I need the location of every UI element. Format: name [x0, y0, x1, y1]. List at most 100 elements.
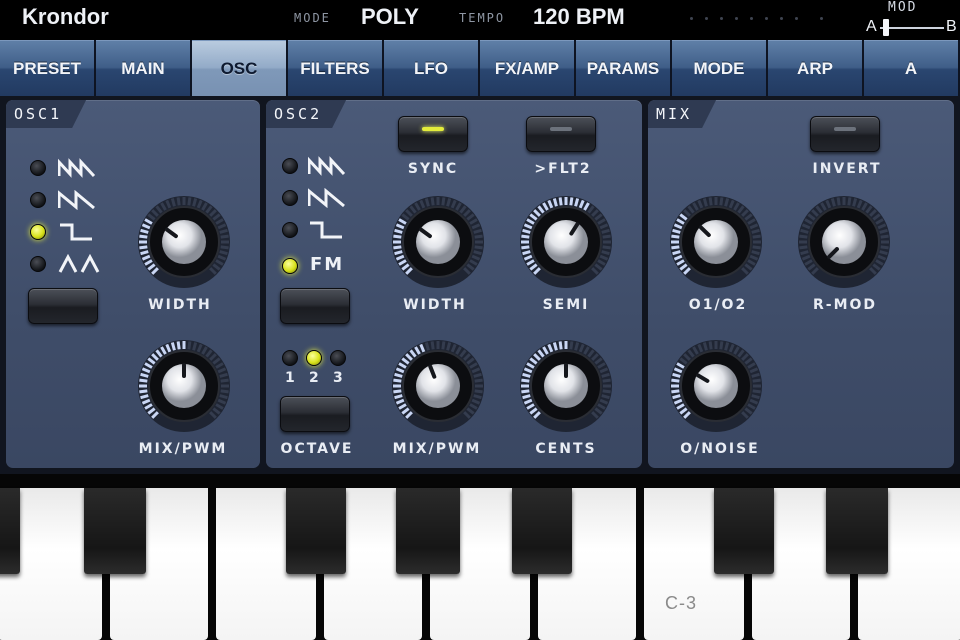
activity-dots — [690, 17, 830, 21]
mod-slider-track[interactable] — [880, 27, 944, 29]
flt2-button[interactable] — [526, 116, 596, 152]
black-key[interactable] — [826, 488, 888, 574]
osc2-mixpwm-knob[interactable] — [390, 338, 486, 434]
tab-fx-amp[interactable]: FX/AMP — [480, 40, 574, 96]
onoise-label: O/NOISE — [680, 441, 760, 457]
saw-wave-icon — [58, 158, 96, 178]
osc2-wave-select-button[interactable] — [280, 288, 350, 324]
activity-dot — [750, 17, 753, 20]
tab-a[interactable]: A — [864, 40, 958, 96]
osc2-semi-knob[interactable] — [518, 194, 614, 290]
black-key[interactable] — [286, 488, 346, 574]
octave-led-1[interactable] — [282, 350, 298, 366]
black-key[interactable] — [714, 488, 774, 574]
osc2-width-label: WIDTH — [403, 297, 467, 313]
osc2-wave-led-square[interactable] — [282, 222, 298, 238]
octave-button[interactable] — [280, 396, 350, 432]
osc1-title: OSC1 — [6, 100, 86, 128]
tempo-label: TEMPO — [459, 11, 506, 25]
mix-title: MIX — [648, 100, 716, 128]
tab-bar: PRESET MAIN OSC FILTERS LFO FX/AMP PARAM… — [0, 40, 960, 96]
sawtooth-wave-icon — [308, 188, 345, 208]
o1o2-label: O1/O2 — [688, 297, 748, 313]
invert-label: INVERT — [812, 161, 882, 177]
tab-preset[interactable]: PRESET — [0, 40, 94, 96]
osc2-cents-label: CENTS — [535, 441, 597, 457]
o1o2-knob[interactable] — [668, 194, 764, 290]
sync-label: SYNC — [407, 161, 459, 177]
osc-page: OSC1 WIDTH MIX/PWM OSC2 FM SYNC >FLT2 WI… — [0, 96, 960, 474]
tab-osc[interactable]: OSC — [192, 40, 286, 96]
tab-params[interactable]: PARAMS — [576, 40, 670, 96]
piano-keyboard[interactable] — [0, 474, 960, 640]
octave-option-2: 2 — [309, 370, 321, 386]
sawtooth-wave-icon — [58, 190, 95, 210]
activity-dot — [780, 17, 783, 20]
octave-led-3[interactable] — [330, 350, 346, 366]
black-key[interactable] — [512, 488, 572, 574]
tab-mode[interactable]: MODE — [672, 40, 766, 96]
mode-value[interactable]: POLY — [361, 4, 419, 30]
activity-dot — [690, 17, 693, 20]
invert-indicator — [834, 127, 856, 131]
mod-a-label: A — [866, 18, 877, 35]
osc2-semi-label: SEMI — [542, 297, 590, 313]
osc2-wave-led-saw[interactable] — [282, 158, 298, 174]
tab-filters[interactable]: FILTERS — [288, 40, 382, 96]
osc1-mixpwm-label: MIX/PWM — [138, 441, 228, 457]
c3-note-label: C-3 — [665, 593, 698, 613]
osc2-wave-led-fm[interactable] — [282, 258, 298, 274]
osc1-panel: OSC1 WIDTH MIX/PWM — [6, 100, 260, 468]
activity-dot — [705, 17, 708, 20]
tab-arp[interactable]: ARP — [768, 40, 862, 96]
activity-dot — [765, 17, 768, 20]
activity-dot — [795, 17, 798, 20]
osc2-panel: OSC2 FM SYNC >FLT2 WIDTH SEMI 1 2 3 OCTA… — [266, 100, 642, 468]
triangle-wave-icon — [58, 254, 100, 273]
rmod-knob[interactable] — [796, 194, 892, 290]
mix-panel: MIX INVERT O1/O2 R-MOD O/NOISE — [648, 100, 954, 468]
onoise-knob[interactable] — [668, 338, 764, 434]
rmod-label: R-MOD — [812, 297, 878, 313]
osc2-mixpwm-label: MIX/PWM — [392, 441, 482, 457]
black-key[interactable] — [0, 488, 20, 574]
octave-option-3: 3 — [333, 370, 345, 386]
mod-label: MOD — [888, 0, 918, 15]
activity-dot — [820, 17, 823, 20]
invert-button[interactable] — [810, 116, 880, 152]
octave-option-1: 1 — [285, 370, 297, 386]
osc2-wave-led-sawtooth[interactable] — [282, 190, 298, 206]
osc1-wave-led-saw[interactable] — [30, 160, 46, 176]
mode-label: MODE — [294, 11, 331, 25]
status-bar: Krondor MODE POLY TEMPO 120 BPM MOD A B — [0, 0, 960, 40]
osc2-cents-knob[interactable] — [518, 338, 614, 434]
osc2-title: OSC2 — [266, 100, 346, 128]
square-wave-icon — [310, 221, 342, 239]
sync-indicator — [422, 127, 444, 131]
sync-button[interactable] — [398, 116, 468, 152]
flt2-indicator — [550, 127, 572, 131]
osc1-wave-led-sawtooth[interactable] — [30, 192, 46, 208]
square-wave-icon — [60, 223, 92, 241]
tab-lfo[interactable]: LFO — [384, 40, 478, 96]
mod-slider-handle[interactable] — [882, 19, 889, 36]
flt2-label: >FLT2 — [534, 161, 592, 177]
octave-label: OCTAVE — [280, 441, 354, 457]
osc1-width-knob[interactable] — [136, 194, 232, 290]
tempo-value[interactable]: 120 BPM — [533, 4, 625, 30]
osc1-wave-select-button[interactable] — [28, 288, 98, 324]
osc2-fm-label: FM — [310, 254, 345, 275]
osc1-width-label: WIDTH — [148, 297, 212, 313]
mod-b-label: B — [946, 18, 957, 35]
black-key[interactable] — [84, 488, 146, 574]
octave-led-2[interactable] — [306, 350, 322, 366]
black-key[interactable] — [396, 488, 460, 574]
app-title: Krondor — [22, 4, 109, 29]
osc1-wave-led-square[interactable] — [30, 224, 46, 240]
osc1-wave-led-triangle[interactable] — [30, 256, 46, 272]
tab-main[interactable]: MAIN — [96, 40, 190, 96]
activity-dot — [735, 17, 738, 20]
osc2-width-knob[interactable] — [390, 194, 486, 290]
activity-dot — [720, 17, 723, 20]
osc1-mixpwm-knob[interactable] — [136, 338, 232, 434]
